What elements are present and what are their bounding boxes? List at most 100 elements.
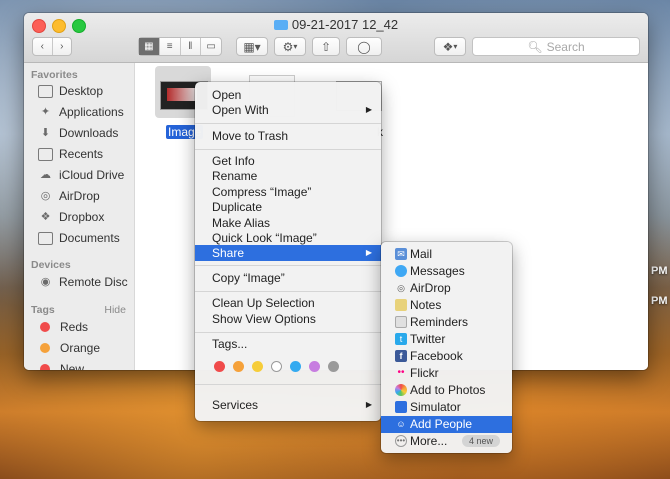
- back-button[interactable]: ‹: [33, 38, 53, 55]
- share-item-facebook[interactable]: f Facebook: [381, 348, 512, 365]
- share-item-more[interactable]: ••• More... 4 new: [381, 433, 512, 450]
- sidebar-item-applications[interactable]: ✦ Applications: [38, 102, 124, 122]
- tag-blue-button[interactable]: [290, 361, 301, 372]
- sidebar-item-label: Downloads: [59, 126, 119, 140]
- dropbox-button[interactable]: ❖ ▾: [434, 37, 466, 56]
- menu-item-duplicate[interactable]: Duplicate: [195, 199, 381, 215]
- sidebar-item-label: Remote Disc: [59, 275, 128, 289]
- share-item-label: Mail: [410, 247, 433, 261]
- edit-tags-button[interactable]: ◯: [346, 37, 382, 56]
- share-item-notes[interactable]: Notes: [381, 297, 512, 314]
- menu-item-rename[interactable]: Rename: [195, 168, 381, 184]
- sidebar-item-icloud[interactable]: ☁ iCloud Drive: [38, 165, 124, 185]
- search-field[interactable]: 🔍︎ Search: [472, 37, 640, 56]
- share-item-add-people[interactable]: ☺ Add People: [381, 416, 512, 433]
- tag-purple-button[interactable]: [309, 361, 320, 372]
- titlebar: 09-21-2017 12_42 ‹ › ▦ ≡ ‖ ▭ ▦▾ ⚙ ▾ ⇧ ◯ ❖…: [24, 13, 648, 63]
- menu-item-label: Share: [212, 246, 245, 260]
- menu-separator: [195, 149, 381, 150]
- tag-yellow-button[interactable]: [252, 361, 263, 372]
- flickr-icon: ••: [397, 367, 405, 378]
- share-item-simulator[interactable]: Simulator: [381, 399, 512, 416]
- folder-icon: [273, 20, 288, 30]
- menu-item-open[interactable]: Open: [195, 87, 381, 103]
- share-item-mail[interactable]: ✉ Mail: [381, 246, 512, 263]
- search-icon: 🔍︎: [527, 39, 543, 54]
- cloud-icon: ☁: [40, 168, 51, 181]
- sidebar-item-remote-disc[interactable]: ◉ Remote Disc: [38, 272, 128, 292]
- menu-item-label: Services: [212, 398, 259, 412]
- disc-icon: ◉: [40, 275, 51, 288]
- share-item-label: Flickr: [410, 366, 439, 380]
- sidebar-item-tag-new[interactable]: New: [38, 359, 84, 370]
- view-mode-control: ▦ ≡ ‖ ▭: [138, 37, 222, 56]
- arrange-icon: ▦▾: [243, 39, 261, 54]
- sidebar-item-label: Dropbox: [59, 210, 105, 224]
- menu-item-make-alias[interactable]: Make Alias: [195, 215, 381, 231]
- share-item-label: Add to Photos: [410, 383, 486, 397]
- menu-item-label: Open With: [212, 103, 269, 117]
- submenu-arrow-icon: ▶: [365, 248, 372, 257]
- sidebar-item-label: Recents: [59, 147, 104, 161]
- thumbnail-preview: [167, 88, 197, 101]
- downloads-icon: ⬇: [40, 126, 51, 139]
- sidebar-item-airdrop[interactable]: ◎ AirDrop: [38, 186, 100, 206]
- gallery-view-button[interactable]: ▭: [201, 38, 221, 55]
- icon-view-button[interactable]: ▦: [139, 38, 160, 55]
- forward-button[interactable]: ›: [53, 38, 72, 55]
- sidebar-item-label: Desktop: [59, 84, 104, 98]
- menu-item-show-view-options[interactable]: Show View Options: [195, 311, 381, 327]
- share-item-airdrop[interactable]: ◎ AirDrop: [381, 280, 512, 297]
- sidebar-item-downloads[interactable]: ⬇ Downloads: [38, 123, 118, 143]
- sidebar-item-tag-orange[interactable]: Orange: [38, 338, 100, 358]
- reminders-icon: [395, 316, 407, 328]
- tag-color-dot: [40, 322, 50, 332]
- menu-item-clean-up-selection[interactable]: Clean Up Selection: [195, 295, 381, 311]
- nav-buttons: ‹ ›: [32, 37, 72, 56]
- recents-icon: [38, 147, 53, 161]
- column-view-button[interactable]: ‖: [181, 38, 202, 55]
- menu-item-tags[interactable]: Tags...: [195, 336, 381, 352]
- list-view-button[interactable]: ≡: [160, 38, 181, 55]
- share-submenu: ✉ Mail Messages ◎ AirDrop Notes Reminders …: [381, 242, 512, 453]
- sidebar-item-label: AirDrop: [59, 189, 100, 203]
- menu-item-compress[interactable]: Compress “Image”: [195, 184, 381, 200]
- share-item-label: Reminders: [410, 315, 469, 329]
- favorites-heading: Favorites: [31, 69, 78, 81]
- menu-item-services[interactable]: Services ▶: [195, 397, 381, 413]
- tag-orange-button[interactable]: [233, 361, 244, 372]
- submenu-arrow-icon: ▶: [365, 105, 372, 114]
- sidebar-item-documents[interactable]: Documents: [38, 228, 120, 248]
- share-item-twitter[interactable]: t Twitter: [381, 331, 512, 348]
- sidebar-item-recents[interactable]: Recents: [38, 144, 103, 164]
- menu-item-quick-look[interactable]: Quick Look “Image”: [195, 230, 381, 246]
- menu-item-copy[interactable]: Copy “Image”: [195, 270, 381, 286]
- share-item-flickr[interactable]: •• Flickr: [381, 365, 512, 382]
- share-item-reminders[interactable]: Reminders: [381, 314, 512, 331]
- share-item-label: Simulator: [410, 400, 461, 414]
- share-button[interactable]: ⇧: [312, 37, 340, 56]
- tag-red-button[interactable]: [214, 361, 225, 372]
- tag-color-dot: [40, 364, 50, 370]
- share-item-label: Twitter: [410, 332, 446, 346]
- tags-hide-button[interactable]: Hide: [104, 304, 126, 316]
- sidebar-item-tag-reds[interactable]: Reds: [38, 317, 88, 337]
- sidebar-item-dropbox[interactable]: ❖ Dropbox: [38, 207, 105, 227]
- share-item-add-to-photos[interactable]: Add to Photos: [381, 382, 512, 399]
- tag-gray-button[interactable]: [328, 361, 339, 372]
- tag-none-button[interactable]: [271, 361, 282, 372]
- menu-item-open-with[interactable]: Open With ▶: [195, 102, 381, 118]
- tag-color-picker: [214, 361, 347, 372]
- menu-item-get-info[interactable]: Get Info: [195, 153, 381, 169]
- menu-separator: [195, 123, 381, 124]
- sidebar-item-desktop[interactable]: Desktop: [38, 81, 103, 101]
- action-button[interactable]: ⚙ ▾: [274, 37, 306, 56]
- menu-item-move-to-trash[interactable]: Move to Trash: [195, 128, 381, 144]
- new-items-badge: 4 new: [461, 435, 500, 447]
- messages-icon: [395, 265, 407, 277]
- arrange-button[interactable]: ▦▾: [236, 37, 268, 56]
- menu-item-share[interactable]: Share ▶: [195, 245, 381, 261]
- share-item-messages[interactable]: Messages: [381, 263, 512, 280]
- gear-icon: ⚙: [282, 39, 294, 54]
- facebook-icon: f: [395, 350, 407, 362]
